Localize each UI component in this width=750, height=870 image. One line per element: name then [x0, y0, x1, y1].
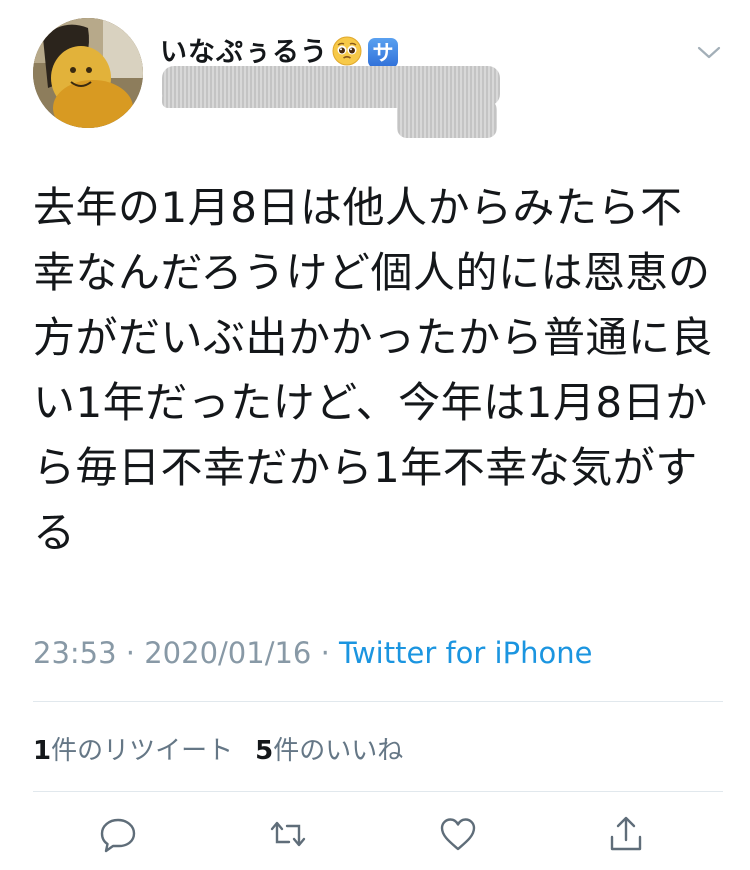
- tweet-text: 去年の1月8日は他人からみたら不幸なんだろうけど個人的には恩恵の方がだいぶ出かか…: [33, 183, 714, 557]
- tweet-time: 23:53: [33, 636, 117, 670]
- like-count: 5: [255, 736, 274, 766]
- avatar-image: [33, 18, 143, 128]
- share-icon[interactable]: [604, 812, 648, 856]
- retweet-label: 件のリツイート: [51, 736, 234, 766]
- reply-icon[interactable]: [96, 812, 140, 856]
- heart-icon[interactable]: [436, 812, 480, 856]
- divider: [33, 701, 723, 702]
- meta-separator: ·: [116, 636, 145, 670]
- tweet-meta: 23:53 · 2020/01/16 · Twitter for iPhone: [33, 636, 592, 670]
- like-stat[interactable]: 5件のいいね: [255, 736, 403, 766]
- meta-separator: ·: [311, 636, 340, 670]
- tweet-date: 2020/01/16: [144, 636, 312, 670]
- like-label: 件のいいね: [273, 736, 404, 766]
- avatar[interactable]: [33, 18, 143, 128]
- retweet-stat[interactable]: 1件のリツイート: [33, 736, 233, 766]
- engagement-stats: 1件のリツイート 5件のいいね: [33, 730, 403, 767]
- tweet-source-link[interactable]: Twitter for iPhone: [339, 636, 592, 670]
- retweet-count: 1: [33, 736, 52, 766]
- retweet-icon[interactable]: [266, 812, 310, 856]
- chevron-down-icon[interactable]: [696, 44, 722, 62]
- handle-redacted: [162, 62, 502, 140]
- divider: [33, 791, 723, 792]
